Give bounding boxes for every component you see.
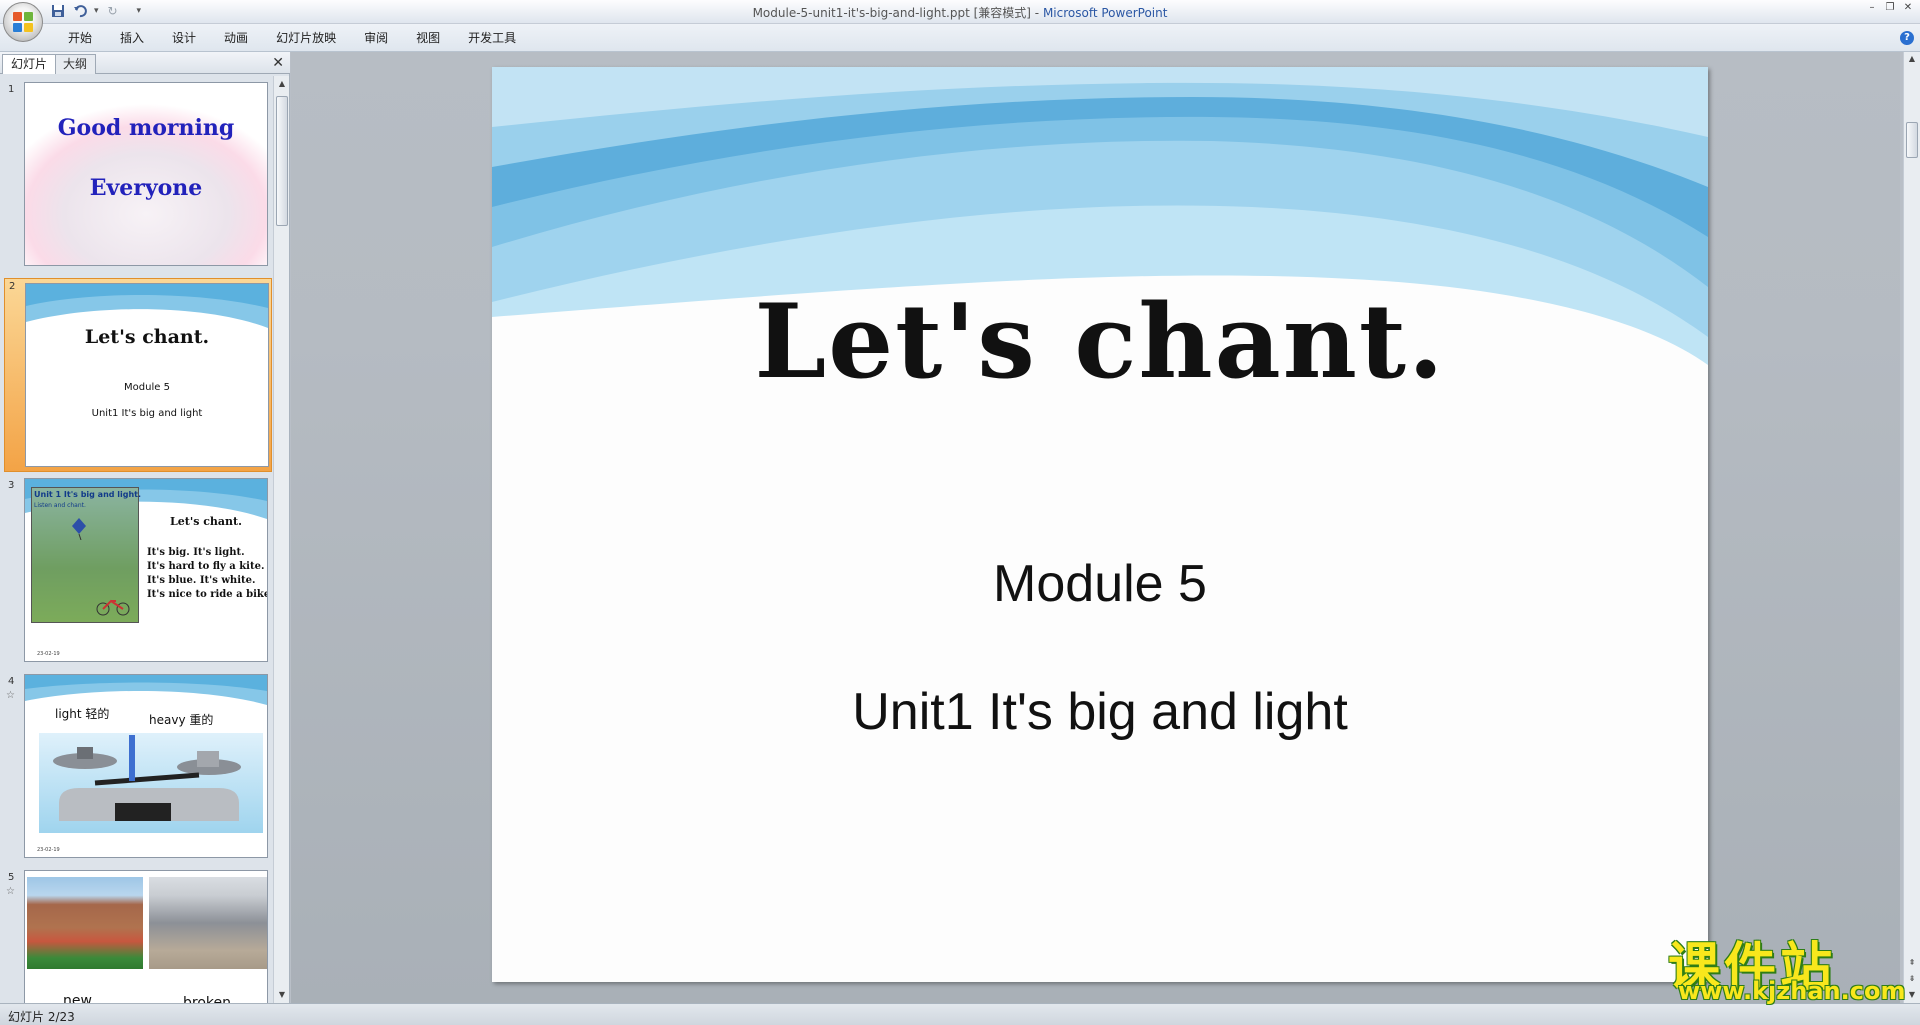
tab-slides[interactable]: 幻灯片	[2, 54, 57, 74]
close-icon[interactable]: ✕	[1902, 2, 1914, 14]
window-title: Module-5-unit1-it's-big-and-light.ppt [兼…	[0, 4, 1920, 21]
thumbnail-slide-2[interactable]: Let's chant. Module 5 Unit1 It's big and…	[25, 283, 269, 467]
textbook-image-caption: Listen and chant.	[34, 502, 86, 509]
broken-gate-image	[149, 877, 267, 969]
slide-subtitle-unit[interactable]: Unit1 It's big and light	[492, 682, 1708, 742]
office-logo-icon	[13, 12, 33, 32]
label-heavy: heavy 重的	[145, 709, 218, 731]
thumbnail-title: Let's chant.	[170, 515, 242, 528]
thumbnail-number: 5	[8, 872, 15, 883]
thumbnail-slide-1[interactable]: Good morning Everyone	[24, 82, 268, 266]
thumbnail-number: 4	[8, 676, 15, 687]
thumbnail-subtitle: Module 5	[124, 382, 170, 393]
thumbnail-row-2[interactable]: 2 Let's chant. Module 5 Unit1 It's big a…	[4, 278, 272, 472]
tab-insert[interactable]: 插入	[106, 30, 158, 46]
current-slide[interactable]: Let's chant. Module 5 Unit1 It's big and…	[492, 67, 1708, 982]
scroll-down-icon[interactable]: ▼	[274, 987, 290, 1003]
minimize-icon[interactable]: –	[1866, 2, 1878, 14]
kite-icon	[72, 518, 86, 540]
slide-title[interactable]: Let's chant.	[492, 282, 1708, 402]
thumbnail-subtitle-2: Unit1 It's big and light	[91, 408, 203, 419]
title-bar: ▾ ↻ ▾ Module-5-unit1-it's-big-and-light.…	[0, 0, 1920, 24]
textbook-image: Unit 1 It's big and light. Listen and ch…	[31, 487, 142, 623]
thumbnail-number: 1	[8, 84, 15, 95]
chant-line: It's big. It's light.	[147, 547, 245, 558]
watermark-url: www.kjzhan.com	[1678, 977, 1906, 1005]
help-icon[interactable]: ?	[1900, 31, 1914, 45]
app-name: Microsoft PowerPoint	[1042, 6, 1168, 20]
thumbnail-row-5[interactable]: 5 ☆ new broken	[0, 870, 274, 1003]
thumbnail-number: 3	[8, 480, 15, 491]
window-controls: – ❐ ✕	[1866, 2, 1914, 14]
tab-slide-show[interactable]: 幻灯片放映	[262, 30, 350, 46]
thumbnail-date: 23-02-19	[37, 651, 60, 657]
slides-pane: 幻灯片 大纲 ✕ 1 Good morning Everyone 2 Let's…	[0, 52, 290, 1003]
thumbnail-slide-3[interactable]: Unit 1 It's big and light. Listen and ch…	[24, 478, 268, 662]
tab-design[interactable]: 设计	[158, 30, 210, 46]
scrollbar-thumb[interactable]	[1906, 122, 1918, 158]
chant-line: It's hard to fly a kite.	[147, 561, 265, 572]
thumbnail-scrollbar[interactable]: ▲ ▼	[273, 76, 289, 1003]
thumbnail-number: 2	[9, 281, 16, 292]
thumbnail-date: 23-02-19	[37, 847, 60, 853]
tab-outline[interactable]: 大纲	[54, 54, 97, 74]
pane-close-icon[interactable]: ✕	[272, 54, 284, 72]
slide-editor: Let's chant. Module 5 Unit1 It's big and…	[291, 52, 1900, 1003]
pane-tabs: 幻灯片 大纲 ✕	[0, 52, 290, 74]
thumbnail-title: Good morning	[57, 115, 235, 141]
editor-scrollbar[interactable]: ▲ ⇞ ⇟ ▼	[1903, 52, 1920, 1003]
tab-animations[interactable]: 动画	[210, 30, 262, 46]
slide-counter: 幻灯片 2/23	[8, 1010, 75, 1024]
animation-star-icon: ☆	[6, 690, 15, 701]
scroll-up-icon[interactable]: ▲	[1904, 54, 1920, 63]
label-broken: broken	[183, 995, 231, 1003]
new-school-image	[27, 877, 143, 969]
balance-scene	[39, 733, 263, 833]
bike-icon	[96, 599, 130, 616]
thumbnail-title-2: Everyone	[89, 175, 203, 201]
thumbnail-title: Let's chant.	[84, 326, 210, 348]
slide-subtitle-module[interactable]: Module 5	[492, 554, 1708, 614]
ribbon-tabs: 开始 插入 设计 动画 幻灯片放映 审阅 视图 开发工具 ?	[0, 24, 1920, 52]
scroll-up-icon[interactable]: ▲	[274, 76, 290, 92]
thumbnail-row-4[interactable]: 4 ☆ light 轻的 heavy 重的 23-02-19	[0, 674, 274, 864]
tab-home[interactable]: 开始	[54, 30, 106, 46]
site-watermark: 课件站 www.kjzhan.com	[1668, 925, 1908, 1005]
textbook-image-heading: Unit 1 It's big and light.	[34, 490, 142, 499]
tab-review[interactable]: 审阅	[350, 30, 402, 46]
document-name: Module-5-unit1-it's-big-and-light.ppt [兼…	[752, 6, 1031, 20]
office-button[interactable]	[3, 2, 43, 42]
chant-line: It's nice to ride a bike.	[147, 589, 268, 600]
thumbnail-slide-5[interactable]: new broken	[24, 870, 268, 1003]
thumbnail-slide-4[interactable]: light 轻的 heavy 重的 23-02-19	[24, 674, 268, 858]
ribbon-tab-list: 开始 插入 设计 动画 幻灯片放映 审阅 视图 开发工具	[54, 30, 530, 46]
thumbnail-list: 1 Good morning Everyone 2 Let's chant. M…	[0, 76, 274, 1003]
title-separator: -	[1030, 6, 1043, 20]
tab-view[interactable]: 视图	[402, 30, 454, 46]
scrollbar-thumb[interactable]	[276, 96, 288, 226]
thumbnail-row-1[interactable]: 1 Good morning Everyone	[0, 82, 274, 272]
label-light: light 轻的	[51, 703, 114, 725]
tab-developer[interactable]: 开发工具	[454, 30, 530, 46]
chant-line: It's blue. It's white.	[147, 575, 256, 586]
label-new: new	[63, 993, 92, 1003]
restore-icon[interactable]: ❐	[1884, 2, 1896, 14]
animation-star-icon: ☆	[6, 886, 15, 897]
thumbnail-row-3[interactable]: 3 Unit 1 It's big and light. Listen and …	[0, 478, 274, 668]
balance-scale-icon	[53, 735, 241, 821]
status-bar: 幻灯片 2/23	[0, 1003, 1920, 1025]
